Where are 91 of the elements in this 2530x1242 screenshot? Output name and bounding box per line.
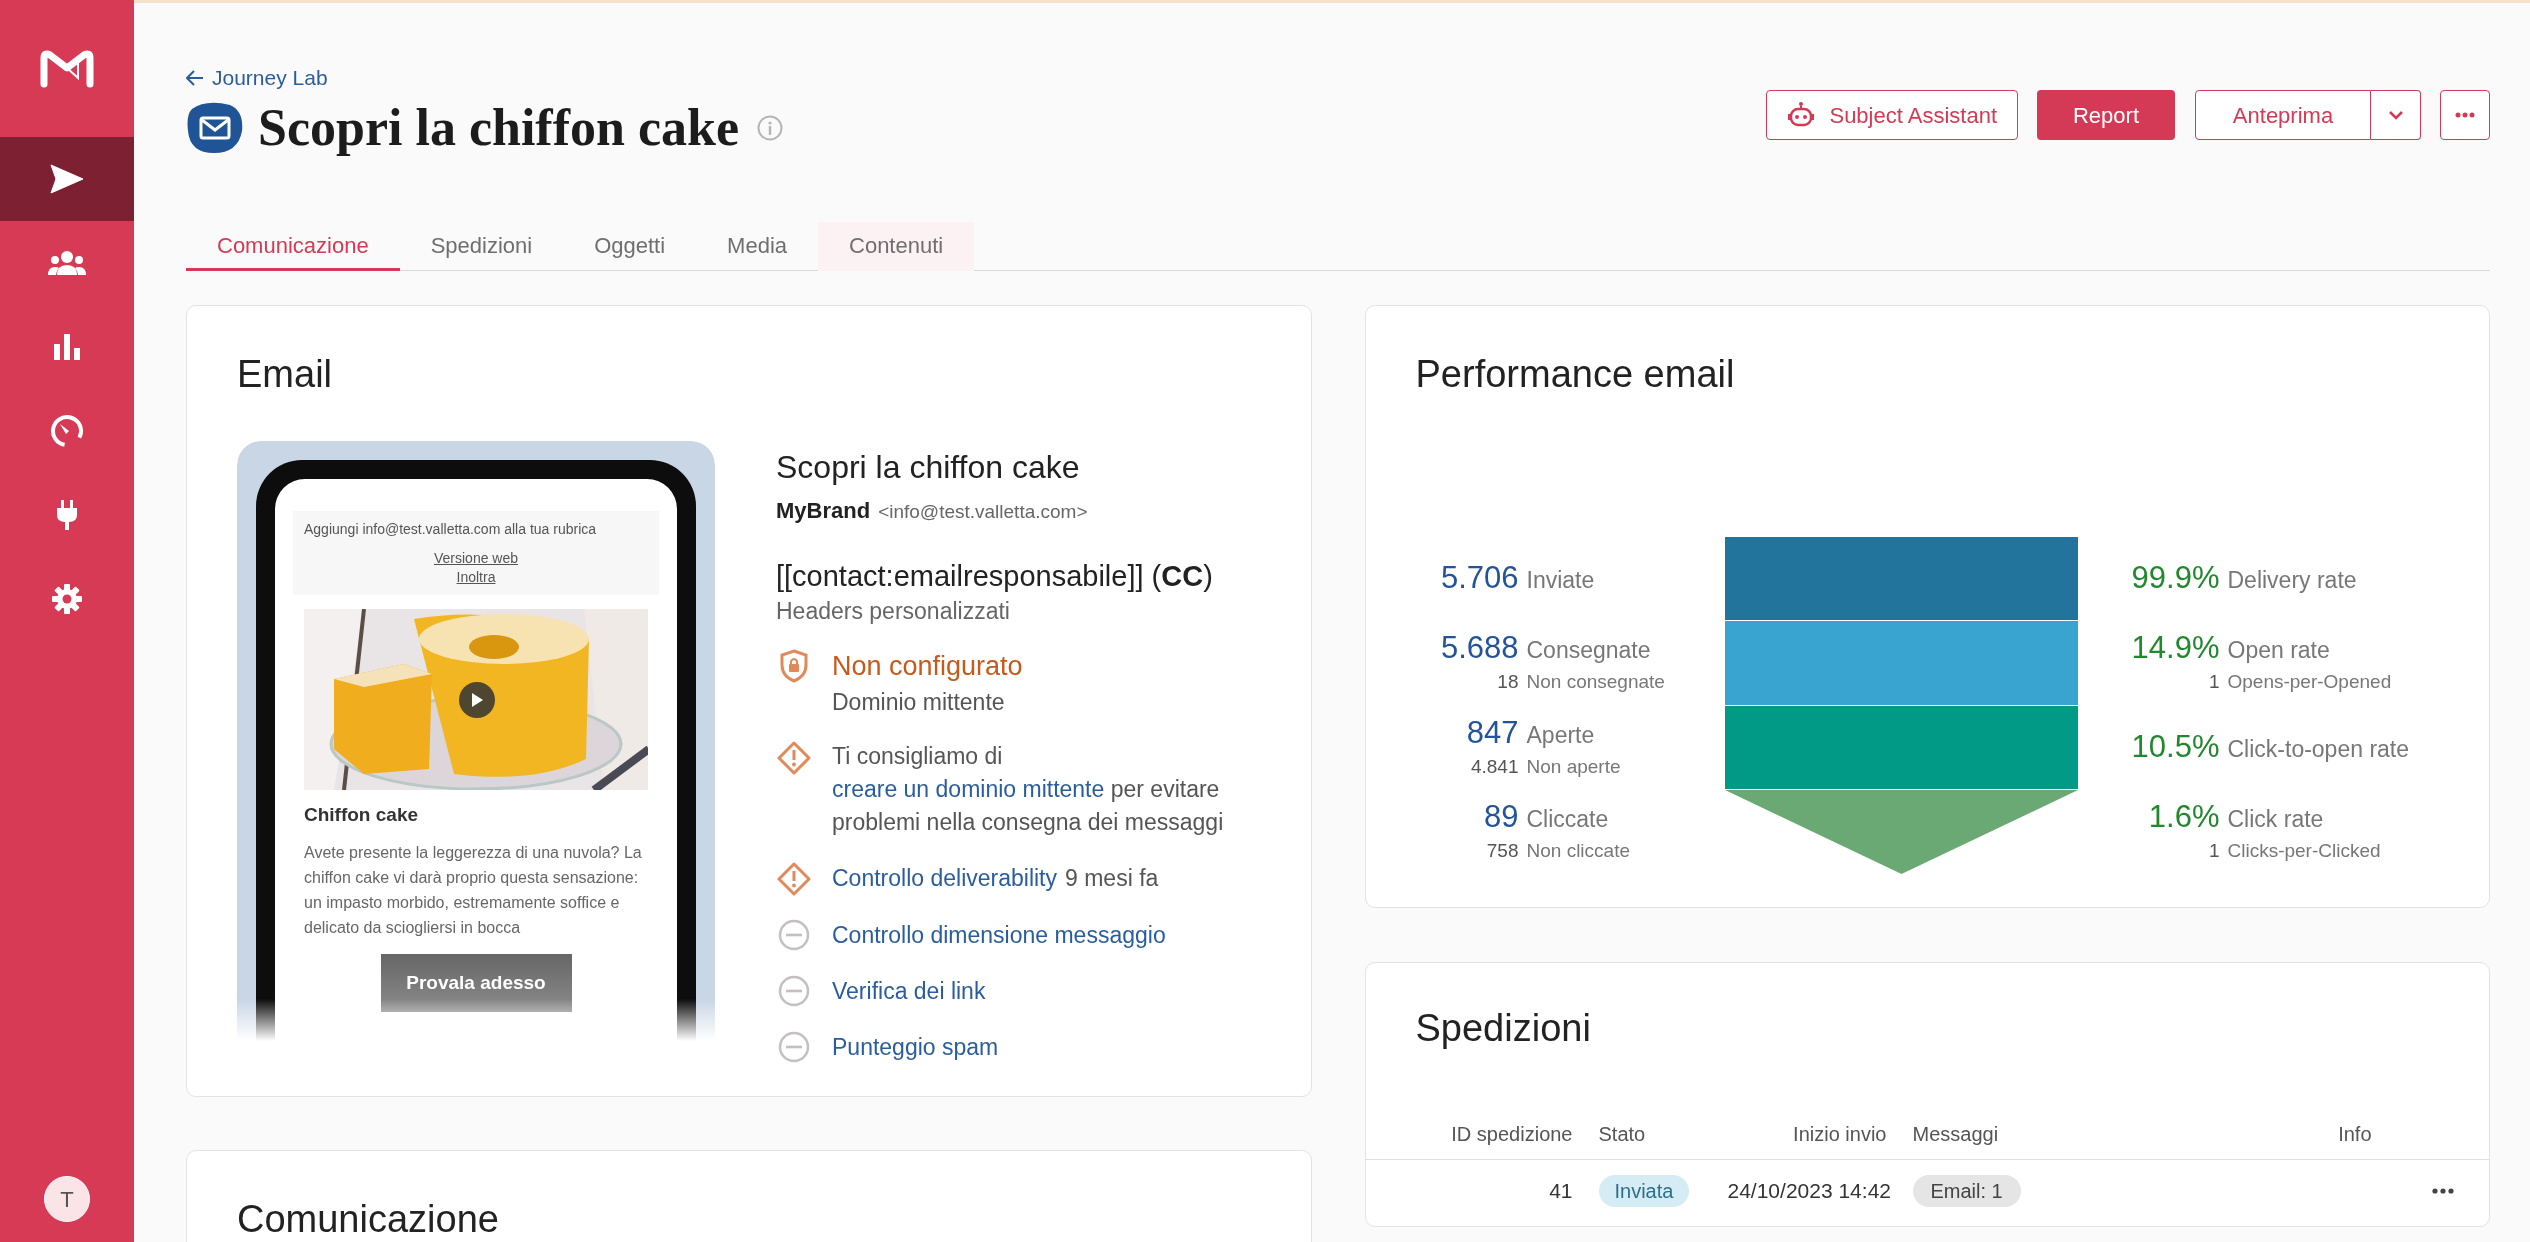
count-sub-label: Non cliccate <box>1526 838 1631 863</box>
count-value: 89 <box>1483 798 1519 835</box>
count-label: Inviate <box>1526 566 1596 596</box>
rate-value: 10.5% <box>2130 728 2220 765</box>
rate-label: Click-to-open rate <box>2227 734 2411 764</box>
status-badge: Inviata <box>1598 1175 1690 1207</box>
headers-note: Headers personalizzati <box>776 597 1011 626</box>
more-icon[interactable] <box>2432 1188 2455 1194</box>
minus-circle-icon <box>778 1031 810 1063</box>
back-arrow-icon <box>186 70 204 86</box>
email-link[interactable]: Versione web <box>433 549 519 568</box>
domain-label: Dominio mittente <box>832 688 1006 717</box>
send-icon <box>50 164 84 194</box>
domain-link[interactable]: creare un dominio mittente <box>832 776 1105 802</box>
tab[interactable]: Oggetti <box>563 222 697 271</box>
count-sub-label: Non aperte <box>1526 754 1622 779</box>
domain-status: Non configurato <box>832 650 1023 683</box>
cta-button[interactable]: Provala adesso <box>380 954 572 1012</box>
card-title: Performance email <box>1414 352 1736 397</box>
play-icon <box>471 693 483 707</box>
preview-heading: Chiffon cake <box>304 803 420 827</box>
count-sub-value: 18 <box>1496 670 1519 695</box>
minus-circle-icon <box>778 975 810 1007</box>
page-title: Scopri la chiffon cake <box>258 98 739 158</box>
warning-icon <box>777 862 811 896</box>
table-cell-text: 41 <box>1548 1178 1573 1205</box>
rate-label: Click rate <box>2227 804 2325 834</box>
count-value: 5.706 <box>1439 560 1519 597</box>
column-header: ID spedizione <box>1450 1121 1573 1147</box>
people-icon <box>48 250 86 276</box>
more-button[interactable] <box>2440 90 2490 140</box>
rate-value: 99.9% <box>2130 560 2220 597</box>
tab[interactable]: Comunicazione <box>186 222 400 271</box>
advice-text: Ti consigliamo di creare un dominio mittente per evitare problemi nella consegna dei messaggi <box>832 742 1225 837</box>
report-button[interactable]: Report <box>2037 90 2175 140</box>
check-link[interactable]: Punteggio spam <box>832 1029 999 1065</box>
robot-icon <box>1787 101 1816 129</box>
email-link[interactable]: Inoltra <box>456 568 496 587</box>
check-link[interactable]: Controllo deliverability <box>832 860 1057 896</box>
email-subject: Scopri la chiffon cake <box>776 448 1081 487</box>
warning-icon <box>777 741 811 775</box>
address-book-note: Aggiungi info@test.valletta.com alla tua rubrica <box>304 520 597 539</box>
rate-sub-value: 1 <box>2207 838 2220 863</box>
back-link[interactable]: Journey Lab <box>186 62 783 94</box>
preview-body-text: Avete presente la leggerezza di una nuvola? La chiffon cake vi darà proprio questa sensazione: un impasto morbido, estremamente soffice e delicato da sciogliersi in bocca <box>304 843 643 938</box>
rate-sub-value: 1 <box>2207 670 2220 695</box>
rate-sub-label: Clicks-per-Clicked <box>2227 838 2382 863</box>
rate-value: 1.6% <box>2147 798 2220 835</box>
chevron-down-icon <box>2387 110 2404 120</box>
count-value: 5.688 <box>1439 630 1519 667</box>
dropdown-button[interactable] <box>2371 90 2421 140</box>
message-count-badge: Email: 1 <box>1912 1175 2021 1207</box>
sender-address: <info@test.valletta.com> <box>878 500 1088 524</box>
preview-button[interactable]: Anteprima <box>2195 90 2371 140</box>
count-sub-label: Non consegnate <box>1526 670 1666 695</box>
shield-lock-icon <box>779 649 809 683</box>
check-time: 9 mesi fa <box>1065 863 1159 893</box>
count-label: Cliccate <box>1526 804 1610 834</box>
column-header: Messaggi <box>1912 1121 2000 1147</box>
card-title: Spedizioni <box>1414 1006 1592 1051</box>
sender-name: MyBrand <box>776 497 871 525</box>
check-link[interactable]: Verifica dei link <box>832 973 986 1009</box>
user-avatar[interactable]: T <box>44 1176 90 1222</box>
card-title: Comunicazione <box>237 1197 500 1242</box>
rate-label: Delivery rate <box>2227 566 2358 596</box>
rate-value: 14.9% <box>2130 630 2220 667</box>
rate-sub-label: Opens-per-Opened <box>2227 670 2393 695</box>
bar-chart-icon <box>52 332 82 362</box>
minus-circle-icon <box>778 919 810 951</box>
count-sub-value: 758 <box>1485 838 1519 863</box>
tab[interactable]: Contenuti <box>818 222 975 271</box>
column-header: Inizio invio <box>1792 1121 1887 1147</box>
envelope-icon <box>186 101 244 155</box>
gauge-icon <box>50 414 84 448</box>
more-icon <box>2455 112 2475 118</box>
tab[interactable]: Media <box>696 222 818 271</box>
count-label: Consegnate <box>1526 636 1652 666</box>
subject-assistant-button[interactable]: Subject Assistant <box>1766 90 2018 140</box>
nav-item[interactable] <box>0 137 134 221</box>
cc-recipient: [[contact:emailresponsabile]] (CC) <box>776 559 1214 594</box>
plug-icon <box>55 499 79 531</box>
rate-label: Open rate <box>2227 636 2331 666</box>
count-value: 847 <box>1465 714 1519 751</box>
settings-icon <box>51 583 83 615</box>
count-sub-value: 4.841 <box>1469 754 1519 779</box>
column-header: Info <box>2337 1121 2372 1147</box>
count-label: Aperte <box>1526 720 1596 750</box>
check-link[interactable]: Controllo dimensione messaggio <box>832 917 1166 953</box>
tab[interactable]: Spedizioni <box>399 222 564 271</box>
column-header: Stato <box>1598 1121 1647 1147</box>
card-title: Email <box>237 352 334 397</box>
